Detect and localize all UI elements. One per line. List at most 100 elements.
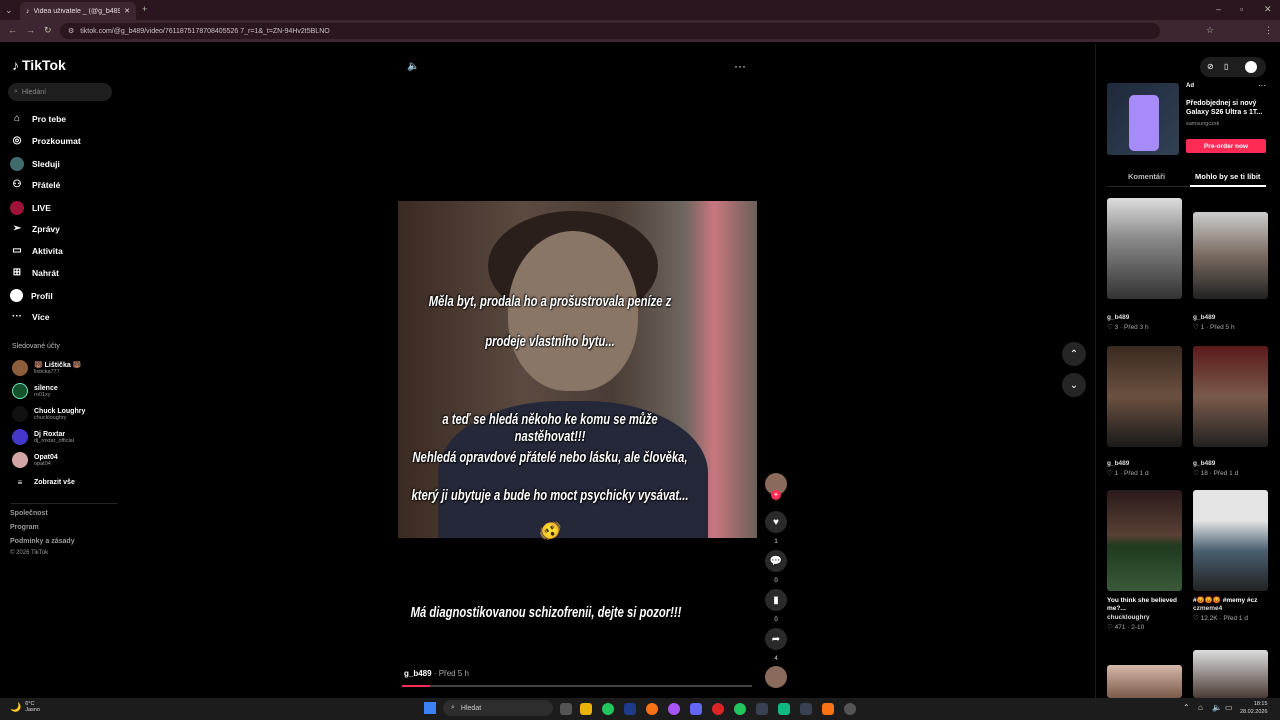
save-button[interactable]: ▮ 0 [765, 589, 787, 623]
forward-icon[interactable]: → [26, 25, 35, 35]
ad-more-icon[interactable]: ··· [1258, 81, 1266, 90]
tab-suggested[interactable]: Mohlo by se ti líbit [1195, 172, 1260, 181]
nav-item-profile[interactable]: Profil [10, 289, 53, 302]
like-button[interactable]: ♥ 1 [765, 511, 787, 545]
url-field[interactable]: ⚙ tiktok.com/@g_b489/video/7611875178708… [60, 23, 1160, 39]
new-tab-icon[interactable]: + [142, 4, 147, 14]
close-tab-icon[interactable]: ✕ [124, 7, 130, 15]
theme-toggle-icon[interactable] [1245, 61, 1257, 73]
next-video-button[interactable]: ⌄ [1062, 373, 1086, 397]
preorder-button[interactable]: Pre-order now [1186, 139, 1266, 153]
nav-item-for-you[interactable]: ⌂ Pro tebe [10, 113, 66, 124]
tab-comments[interactable]: Komentáři [1128, 172, 1165, 181]
suggested-video-thumb[interactable] [1107, 490, 1182, 591]
firefox-icon[interactable] [646, 703, 658, 715]
tiktok-logo[interactable]: ♪ TikTok [12, 57, 66, 73]
reload-icon[interactable]: ↻ [44, 25, 52, 36]
suggested-video-info[interactable]: g_b489 ♡ 1 · Před 1 d [1107, 460, 1187, 477]
followed-account[interactable]: Opat04 opat04 [12, 452, 58, 468]
windows-start-icon[interactable] [424, 702, 436, 714]
followed-account[interactable]: 🐻 Lištička 🐻 listicka777 [12, 360, 81, 376]
suggested-video-thumb[interactable] [1107, 346, 1182, 447]
author-avatar-button[interactable]: + [765, 473, 787, 500]
app-icon[interactable] [844, 703, 856, 715]
volume-tray-icon[interactable]: 🔈 [1212, 703, 1222, 712]
suggested-video-info[interactable]: g_b489 ♡ 1 · Před 5 h [1193, 314, 1273, 331]
avatar [12, 429, 28, 445]
vlc-icon[interactable] [822, 703, 834, 715]
app-icon[interactable] [800, 703, 812, 715]
share-button[interactable]: ➦ 4 [765, 628, 787, 662]
ad-title[interactable]: Předobjednej si nový Galaxy S26 Ultra s … [1186, 99, 1274, 118]
nav-item-live[interactable]: LIVE [10, 201, 51, 215]
taskbar-search[interactable]: ⌕ Hledat [443, 700, 553, 716]
spotify-icon[interactable] [734, 703, 746, 715]
tray-chevron-icon[interactable]: ⌃ [1183, 703, 1190, 712]
bookmark-star-icon[interactable]: ☆ [1206, 25, 1214, 36]
follow-plus-icon[interactable]: + [771, 490, 781, 500]
chevron-down-icon: ⌄ [1069, 379, 1079, 391]
clock-icon[interactable]: ⊘ [1207, 62, 1214, 71]
browser-app-icon[interactable] [668, 703, 680, 715]
close-window-icon[interactable]: ✕ [1264, 4, 1272, 15]
volume-icon[interactable]: 🔈 [407, 61, 419, 72]
ad-image[interactable] [1107, 83, 1179, 155]
task-view-icon[interactable] [560, 703, 572, 715]
network-icon[interactable]: ⌂ [1198, 703, 1203, 712]
caption-line: Nehledá opravdové přátelé nebo lásku, al… [412, 449, 688, 466]
tab-list-icon[interactable]: ⌄ [5, 5, 13, 16]
app-icon[interactable] [756, 703, 768, 715]
nav-item-friends[interactable]: ⚇ Přátelé [10, 179, 61, 190]
footer-program[interactable]: Program [10, 524, 39, 531]
minimize-icon[interactable]: – [1216, 4, 1221, 14]
suggested-video-info[interactable]: g_b489 ♡ 18 · Před 1 d [1193, 460, 1273, 477]
taskbar-clock[interactable]: 18:15 28.02.2026 [1240, 701, 1268, 716]
battery-icon[interactable]: ▭ [1225, 703, 1233, 712]
nav-item-following[interactable]: Sleduji [10, 157, 60, 171]
search-input[interactable]: ⌕ Hledání [8, 83, 112, 101]
suggested-video-thumb[interactable] [1107, 198, 1182, 299]
steam-icon[interactable] [624, 703, 636, 715]
followed-account[interactable]: silence ro01xy [12, 383, 58, 399]
followed-account[interactable]: Dj Roxtar dj_roxtar_official [12, 429, 74, 445]
view-toggle[interactable]: ⊘ ▯ [1200, 57, 1266, 77]
video-author[interactable]: g_b489 · Před 5 h [404, 669, 469, 678]
footer-company[interactable]: Společnost [10, 510, 48, 517]
opera-icon[interactable] [712, 703, 724, 715]
footer-terms[interactable]: Podmínky a zásady [10, 538, 75, 545]
suggested-video-thumb[interactable] [1193, 346, 1268, 447]
suggested-video-info[interactable]: #😡😡😡 #memy #cz czmeme4 ♡ 12.2K · Před 1 d [1193, 597, 1273, 622]
suggested-video-thumb[interactable] [1193, 212, 1268, 299]
search-icon: ⌕ [451, 704, 455, 711]
nav-item-upload[interactable]: ⊞ Nahrát [10, 267, 59, 278]
nav-item-activity[interactable]: ▭ Aktivita [10, 245, 62, 256]
site-info-icon[interactable]: ⚙ [68, 27, 74, 35]
comment-button[interactable]: 💬 0 [765, 550, 787, 584]
back-icon[interactable]: ← [8, 25, 17, 35]
weather-widget[interactable]: 🌙 6°C Jasno [10, 701, 40, 713]
suggested-video-thumb[interactable] [1193, 490, 1268, 591]
video-progress-bar[interactable] [402, 685, 752, 687]
browser-menu-icon[interactable]: ⋮ [1264, 25, 1273, 36]
suggested-video-info[interactable]: You think she believed me?... chuckloughr… [1107, 597, 1187, 631]
show-all-link[interactable]: ≡ Zobrazit vše [12, 478, 75, 487]
phone-icon[interactable]: ▯ [1224, 62, 1228, 71]
author-name: g_b489 [404, 669, 432, 678]
more-options-icon[interactable]: ··· [734, 59, 746, 73]
discord-icon[interactable] [690, 703, 702, 715]
followed-account[interactable]: Chuck Loughry chuckloughry [12, 406, 85, 422]
maximize-icon[interactable]: ▫ [1240, 4, 1243, 14]
sound-disc-button[interactable] [765, 666, 787, 688]
nav-item-explore[interactable]: ◎ Prozkoumat [10, 135, 81, 146]
previous-video-button[interactable]: ⌃ [1062, 342, 1086, 366]
file-explorer-icon[interactable] [580, 703, 592, 715]
suggested-video-thumb[interactable] [1193, 650, 1268, 698]
nav-item-messages[interactable]: ➢ Zprávy [10, 223, 60, 234]
app-icon[interactable] [778, 703, 790, 715]
suggested-video-info[interactable]: g_b489 ♡ 3 · Před 3 h [1107, 314, 1187, 331]
chrome-icon[interactable] [602, 703, 614, 715]
suggested-video-thumb[interactable] [1107, 665, 1182, 698]
nav-item-more[interactable]: ··· Více [10, 311, 50, 322]
video-title: #😡😡😡 #memy #cz [1193, 597, 1258, 604]
browser-tab[interactable]: ♪ Videa uživatele _ (@g_b489) s... ✕ [20, 2, 136, 20]
